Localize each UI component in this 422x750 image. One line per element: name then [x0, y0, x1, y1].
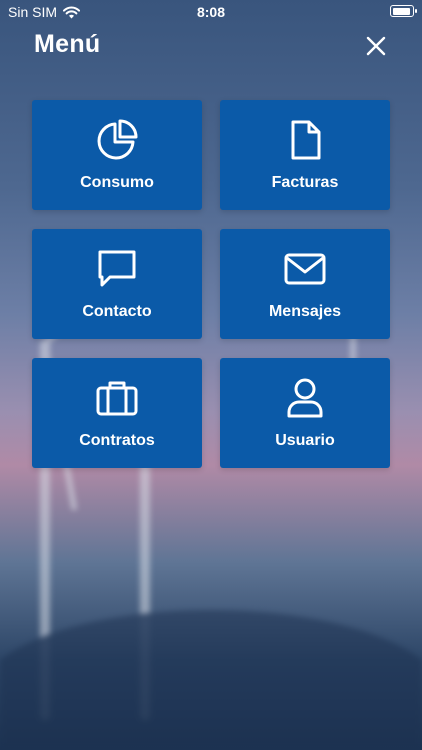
- menu-item-label: Usuario: [275, 432, 335, 449]
- user-icon: [287, 378, 323, 418]
- menu-item-label: Consumo: [80, 174, 154, 191]
- envelope-icon: [284, 253, 326, 285]
- battery-level: [392, 7, 410, 15]
- page-title: Menú: [34, 30, 101, 58]
- menu-item-usuario[interactable]: Usuario: [220, 358, 390, 468]
- menu-item-mensajes[interactable]: Mensajes: [220, 229, 390, 339]
- menu-item-label: Facturas: [271, 174, 339, 191]
- menu-item-consumo[interactable]: Consumo: [32, 100, 202, 210]
- document-icon: [291, 120, 321, 160]
- menu-item-facturas[interactable]: Facturas: [220, 100, 390, 210]
- battery-icon: [390, 5, 417, 17]
- menu-item-label: Contratos: [79, 432, 155, 449]
- menu-grid: Consumo Facturas Contacto Mensajes Contr…: [32, 100, 390, 468]
- chat-bubble-icon: [98, 250, 136, 287]
- menu-item-contratos[interactable]: Contratos: [32, 358, 202, 468]
- pie-chart-icon: [97, 119, 138, 160]
- menu-item-contacto[interactable]: Contacto: [32, 229, 202, 339]
- close-icon[interactable]: [364, 34, 388, 58]
- status-bar: Sin SIM 8:08: [0, 0, 422, 24]
- menu-item-label: Contacto: [82, 303, 152, 320]
- menu-item-label: Mensajes: [268, 303, 342, 320]
- briefcase-icon: [96, 381, 138, 416]
- clock: 8:08: [196, 4, 226, 20]
- menu-header: Menú: [34, 30, 388, 64]
